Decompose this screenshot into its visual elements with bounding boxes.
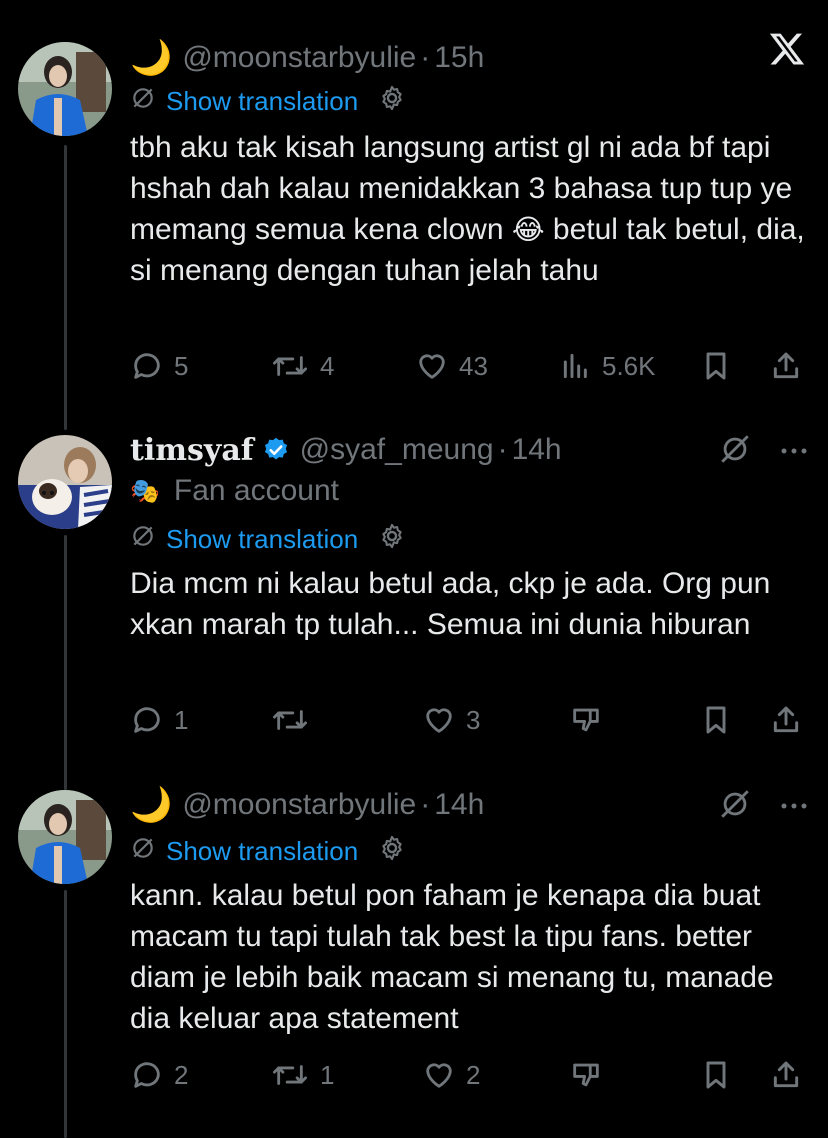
post-text: tbh aku tak kisah langsung artist gl ni … [130,127,820,291]
repost-count: 4 [320,350,335,381]
repost-count: 1 [320,1059,335,1090]
like-icon [426,1063,452,1088]
post-actions: 5 4 43 5.6K [130,346,808,386]
show-translation-link[interactable]: Show translation [166,524,358,555]
handle[interactable]: @moonstarbyulie [182,788,416,822]
post-text: Dia mcm ni kalau betul ada, ckp je ada. … [130,567,771,641]
show-translation[interactable]: Show translation [130,84,406,118]
like-count: 3 [466,704,481,735]
views-icon [563,353,587,379]
downvote-icon [573,708,599,732]
repost-button[interactable]: 4 [270,346,334,386]
share-button[interactable] [770,700,802,740]
downvote-button[interactable] [568,700,604,740]
gear-icon[interactable] [378,834,406,869]
post-header: 🌙 @moonstarbyulie · 14h [130,785,484,825]
timestamp[interactable]: 14h [434,788,484,822]
show-translation[interactable]: Show translation [130,522,406,556]
post-header-actions [718,432,808,471]
repost-icon [273,356,308,376]
separator-dot: · [420,41,431,74]
translate-icon [130,85,156,118]
timestamp[interactable]: 14h [512,433,562,467]
handle[interactable]: @syaf_meung [300,433,494,467]
reply-button[interactable]: 1 [130,700,188,740]
reply-button[interactable]: 5 [130,346,188,386]
post-text: kann. kalau betul pon faham je kenapa di… [130,879,774,1035]
thread-line [64,535,67,790]
label-text: Fan account [173,474,339,507]
like-icon [419,354,445,379]
moon-icon: 🌙 [130,786,173,824]
bookmark-button[interactable] [700,1055,732,1095]
reply-count: 2 [174,1059,189,1090]
repost-button[interactable] [270,700,320,740]
post-actions: 1 3 [130,700,808,740]
views-count: 5.6K [602,350,656,381]
downvote-button[interactable] [568,1055,604,1095]
like-button[interactable]: 3 [422,700,480,740]
grok-icon[interactable] [718,787,752,826]
gear-icon[interactable] [378,522,406,557]
show-translation[interactable]: Show translation [130,834,406,868]
reply-icon [134,353,160,379]
like-count: 2 [466,1059,481,1090]
like-icon [426,708,452,733]
translate-icon [130,523,156,556]
mask-icon: 🎭 [130,477,160,505]
more-icon[interactable] [780,443,808,461]
share-button[interactable] [770,1055,802,1095]
separator-dot: · [497,433,508,466]
separator-dot: · [420,788,431,821]
x-logo-icon[interactable] [768,30,806,73]
show-translation-link[interactable]: Show translation [166,836,358,867]
repost-button[interactable]: 1 [270,1055,334,1095]
laughing-emoji: 😂 [511,214,545,245]
avatar[interactable] [18,790,112,884]
share-icon [773,352,799,379]
post-header: timsyaf @syaf_meung · 14h [130,430,562,470]
reply-count: 5 [174,350,189,381]
post-header-actions [718,787,808,826]
like-count: 43 [459,350,488,381]
verified-icon [262,436,290,464]
thread-line [64,890,67,1138]
show-translation-link[interactable]: Show translation [166,86,358,117]
avatar[interactable] [18,435,112,529]
post-actions: 2 1 2 [130,1055,808,1095]
repost-icon [273,1065,308,1085]
share-button[interactable] [770,346,802,386]
thread-line [64,145,67,430]
reply-count: 1 [174,704,189,735]
downvote-icon [573,1063,599,1087]
bookmark-icon [706,1061,726,1089]
reply-button[interactable]: 2 [130,1055,188,1095]
reply-icon [134,707,160,733]
translate-icon [130,835,156,868]
grok-icon[interactable] [718,432,752,471]
repost-icon [273,710,308,730]
moon-icon: 🌙 [130,39,173,77]
display-name[interactable]: timsyaf [130,433,254,468]
share-icon [773,1061,799,1088]
gear-icon[interactable] [378,84,406,119]
bookmark-icon [706,352,726,380]
timestamp[interactable]: 15h [434,41,484,75]
bookmark-button[interactable] [700,346,732,386]
handle[interactable]: @moonstarbyulie [182,41,416,75]
like-button[interactable]: 43 [415,346,488,386]
share-icon [773,706,799,733]
fan-account-label: 🎭 Fan account [130,474,339,508]
bookmark-icon [706,706,726,734]
views-button[interactable]: 5.6K [560,346,656,386]
post-header: 🌙 @moonstarbyulie · 15h [130,38,484,78]
reply-icon [134,1062,160,1088]
bookmark-button[interactable] [700,700,732,740]
avatar[interactable] [18,42,112,136]
more-icon[interactable] [780,798,808,816]
like-button[interactable]: 2 [422,1055,480,1095]
